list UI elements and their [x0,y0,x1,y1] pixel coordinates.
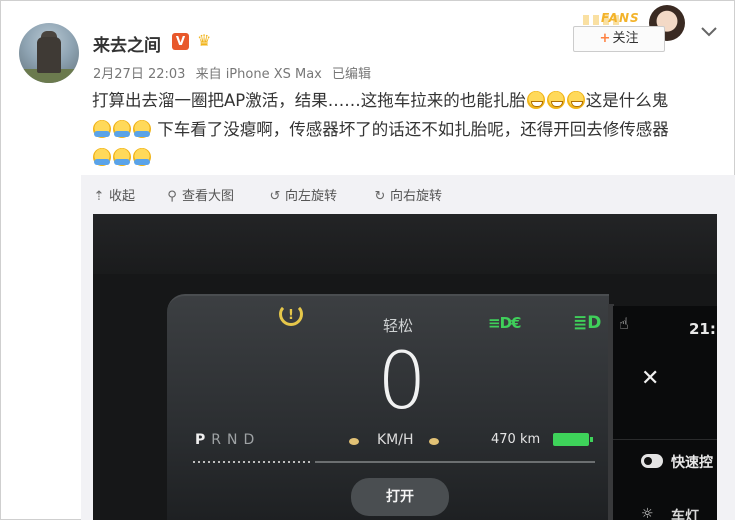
crown-icon[interactable]: ♛ [197,32,215,50]
post-text-line2: 下车看了没瘪啊，传感器坏了的话还不如扎胎呢，还得开回去修传感器 [157,119,669,139]
chevron-down-icon[interactable] [701,25,719,39]
tpms-exclamation: ! [288,308,294,323]
view-large-button[interactable]: ⚲ 查看大图 [165,185,234,204]
follow-button[interactable]: + 关注 [573,26,665,52]
media-toolbar: ⇡ 收起 ⚲ 查看大图 ↺ 向左旋转 ↻ 向右旋转 [81,182,721,206]
range-readout: 470 km [491,432,541,447]
gear-d: D [243,432,261,448]
tire-pressure-warning-icon: ! [278,302,306,330]
clock-readout: 21:1 [689,320,717,338]
username[interactable]: 来去之间 [93,31,161,56]
post-source[interactable]: 来自 iPhone XS Max [196,67,322,82]
post-photo[interactable]: ! 轻松 ≡D€ ≣D 0 PRND KM/H 470 km 打开 ☝ 21:1… [93,214,717,520]
grin-emoji-icon [526,91,545,109]
progress-dotted [193,461,313,463]
grin-emoji-icon [546,91,565,109]
toggle-icon [641,454,663,468]
hug-emoji-icon [133,119,151,138]
lights-label: 车灯 [671,509,699,520]
post-text-line1-end: 这是什么鬼 [585,91,669,110]
verified-badge-icon[interactable]: V [172,33,189,50]
battery-icon [553,433,593,446]
hand-icon: ☝ [619,314,629,333]
speed-unit: KM/H [377,432,414,448]
amber-light-left [349,438,359,445]
rotate-left-icon: ↺ [269,189,281,204]
hug-emoji-icon [133,148,151,166]
gear-p: P [195,432,212,448]
gear-selector: PRND [195,432,260,448]
side-panel [613,306,717,520]
rotate-right-label: 向右旋转 [390,189,443,204]
open-button: 打开 [351,478,449,516]
grin-emoji-icon [566,91,585,109]
post-meta: 2月27日 22:03 来自 iPhone XS Max 已编辑 [93,63,377,82]
speed-readout: 0 [377,337,427,427]
headlight-icon: ≣D [573,313,602,333]
rotate-right-icon: ↻ [374,189,386,204]
side-divider [613,439,717,440]
amber-light-right [429,438,439,445]
gear-n: N [227,432,244,448]
plus-icon: + [599,31,611,46]
dashboard-bezel [93,214,717,274]
upload-icon: ⇡ [93,189,105,204]
post-date[interactable]: 2月27日 22:03 [93,67,185,82]
hug-emoji-icon [113,119,131,138]
rotate-left-label: 向左旋转 [285,189,338,204]
fans-badge-text: FANS [601,11,640,25]
view-large-label: 查看大图 [182,189,235,204]
close-icon: ✕ [641,366,660,391]
progress-track [315,461,595,463]
post-text-line1: 打算出去溜一圈把AP激活，结果……这拖车拉来的也能扎胎 [92,91,526,110]
collapse-label: 收起 [109,189,136,204]
hug-emoji-icon [113,148,131,166]
avatar-robot-body [37,37,61,73]
user-avatar[interactable] [19,23,79,83]
search-icon: ⚲ [167,189,177,204]
hug-emoji-icon [93,119,111,138]
post-text: 打算出去溜一圈把AP激活，结果……这拖车拉来的也能扎胎 这是什么鬼 下车看了没瘪啊… [92,87,722,173]
rotate-right-button[interactable]: ↻ 向右旋转 [373,185,442,204]
parking-lights-icon: ≡D€ [488,314,521,332]
light-bulb-icon: ☼ [641,506,654,520]
drive-mode: 轻松 [383,317,414,335]
collapse-button[interactable]: ⇡ 收起 [92,185,135,204]
hug-emoji-icon [93,148,111,166]
edited-label[interactable]: 已编辑 [332,67,371,82]
quick-controls-label: 快速控 [671,455,713,471]
gear-r: R [211,432,227,448]
weibo-post-card: 来去之间 V ♛ 2月27日 22:03 来自 iPhone XS Max 已编… [0,0,735,520]
rotate-left-button[interactable]: ↺ 向左旋转 [268,185,337,204]
follow-label: 关注 [612,31,639,46]
